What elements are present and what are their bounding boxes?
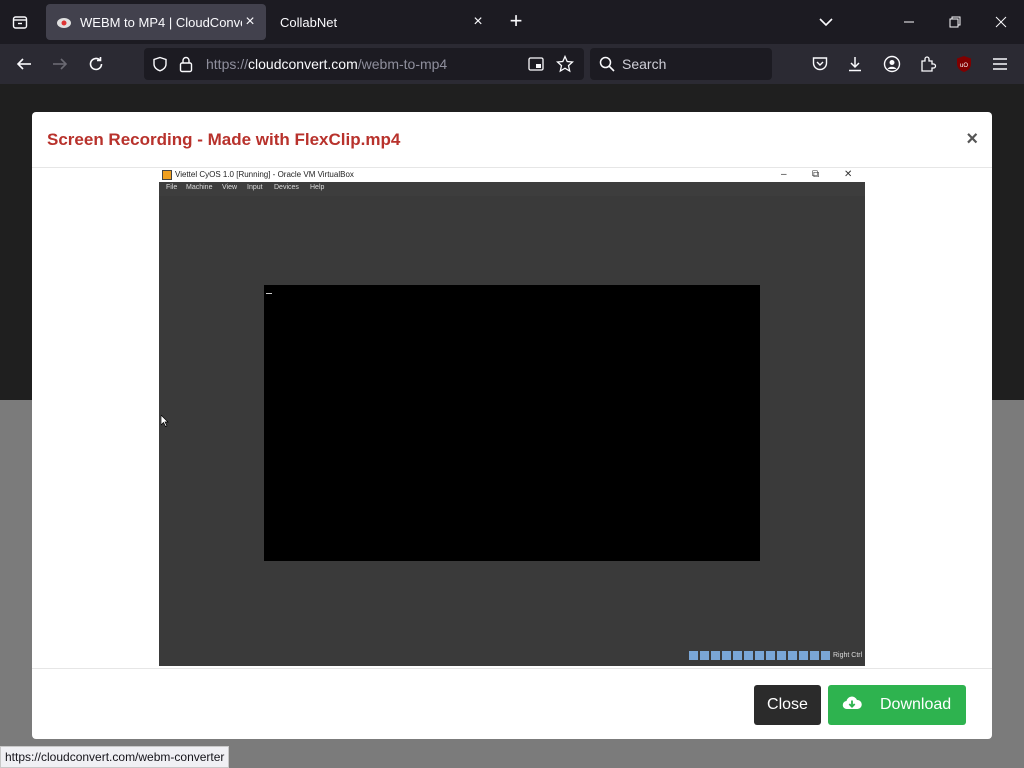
forward-arrow-icon[interactable] xyxy=(48,52,72,76)
vb-menu-view: View xyxy=(222,184,238,191)
pocket-icon[interactable] xyxy=(808,52,832,76)
vb-host-key: Right Ctrl xyxy=(833,652,863,659)
restore-icon[interactable] xyxy=(932,0,978,44)
tab-close-icon[interactable]: × xyxy=(242,14,258,30)
video-player[interactable]: Viettel CyOS 1.0 [Running] - Oracle VM V… xyxy=(159,168,865,666)
address-bar[interactable]: https://cloudconvert.com/webm-to-mp4 xyxy=(144,48,584,80)
reload-icon[interactable] xyxy=(84,52,108,76)
video-preview-modal: Screen Recording - Made with FlexClip.mp… xyxy=(32,112,992,739)
close-button[interactable]: Close xyxy=(754,685,821,725)
tab-title: CollabNet xyxy=(280,14,338,30)
text-cursor xyxy=(266,293,272,294)
vb-status-icons xyxy=(689,651,830,660)
vb-menu-input: Input xyxy=(247,184,263,191)
chevron-down-icon[interactable] xyxy=(814,10,838,34)
tab-collabnet[interactable]: CollabNet × xyxy=(270,4,494,40)
shield-icon[interactable] xyxy=(152,56,168,77)
vb-menu-devices: Devices xyxy=(274,184,299,191)
search-icon xyxy=(599,56,615,77)
url-path: /webm-to-mp4 xyxy=(357,56,448,72)
picture-in-picture-icon[interactable] xyxy=(528,56,544,77)
downloads-icon[interactable] xyxy=(843,52,867,76)
vb-restore-icon: ⧉ xyxy=(812,169,820,180)
back-arrow-icon[interactable] xyxy=(12,52,36,76)
new-tab-icon[interactable]: + xyxy=(504,10,528,34)
lock-icon[interactable] xyxy=(178,55,194,78)
url-prefix: https:// xyxy=(206,56,249,72)
link-status-bar: https://cloudconvert.com/webm-converter xyxy=(0,746,230,768)
virtualbox-titlebar: Viettel CyOS 1.0 [Running] - Oracle VM V… xyxy=(159,168,865,182)
vb-menu-help: Help xyxy=(310,184,325,191)
download-label: Download xyxy=(880,696,952,713)
virtualbox-window-title: Viettel CyOS 1.0 [Running] - Oracle VM V… xyxy=(175,170,354,179)
modal-header: Screen Recording - Made with FlexClip.mp… xyxy=(32,112,992,168)
mouse-pointer-icon xyxy=(160,414,169,432)
account-icon[interactable] xyxy=(880,52,904,76)
bookmark-star-icon[interactable] xyxy=(555,54,575,78)
navigation-bar: https://cloudconvert.com/webm-to-mp4 Sea… xyxy=(0,44,1024,84)
modal-close-icon[interactable]: × xyxy=(966,128,978,151)
hamburger-menu-icon[interactable] xyxy=(988,52,1012,76)
tab-bar: WEBM to MP4 | CloudConvert × CollabNet ×… xyxy=(0,0,1024,44)
window-close-icon[interactable] xyxy=(978,0,1024,44)
ublock-origin-icon[interactable]: uO xyxy=(952,52,976,76)
search-placeholder: Search xyxy=(622,56,667,72)
search-bar[interactable]: Search xyxy=(590,48,772,80)
vb-close-icon: ✕ xyxy=(844,169,853,180)
modal-title: Screen Recording - Made with FlexClip.mp… xyxy=(47,130,401,149)
url-text: https://cloudconvert.com/webm-to-mp4 xyxy=(206,56,447,72)
vb-minimize-icon: – xyxy=(781,169,787,180)
tab-title: WEBM to MP4 | CloudConvert xyxy=(80,14,242,30)
virtualbox-statusbar: Right Ctrl xyxy=(159,646,865,666)
extensions-icon[interactable] xyxy=(916,52,940,76)
vm-screen xyxy=(264,285,760,561)
url-host: cloudconvert.com xyxy=(248,56,358,72)
minimize-icon[interactable] xyxy=(886,0,932,44)
vb-menu-file: File xyxy=(166,184,178,191)
virtualbox-logo-icon xyxy=(162,170,172,180)
cloudconvert-favicon-icon xyxy=(56,14,72,30)
tab-cloudconvert[interactable]: WEBM to MP4 | CloudConvert × xyxy=(46,4,266,40)
tab-close-icon[interactable]: × xyxy=(470,14,486,30)
download-button[interactable]: Download xyxy=(828,685,966,725)
svg-text:uO: uO xyxy=(960,63,968,69)
cloud-download-icon xyxy=(842,695,862,716)
tab-list-icon[interactable] xyxy=(8,10,32,34)
modal-footer: Close Download xyxy=(32,668,992,739)
vb-menu-machine: Machine xyxy=(186,184,213,191)
virtualbox-menu: File Machine View Input Devices Help xyxy=(159,182,865,196)
